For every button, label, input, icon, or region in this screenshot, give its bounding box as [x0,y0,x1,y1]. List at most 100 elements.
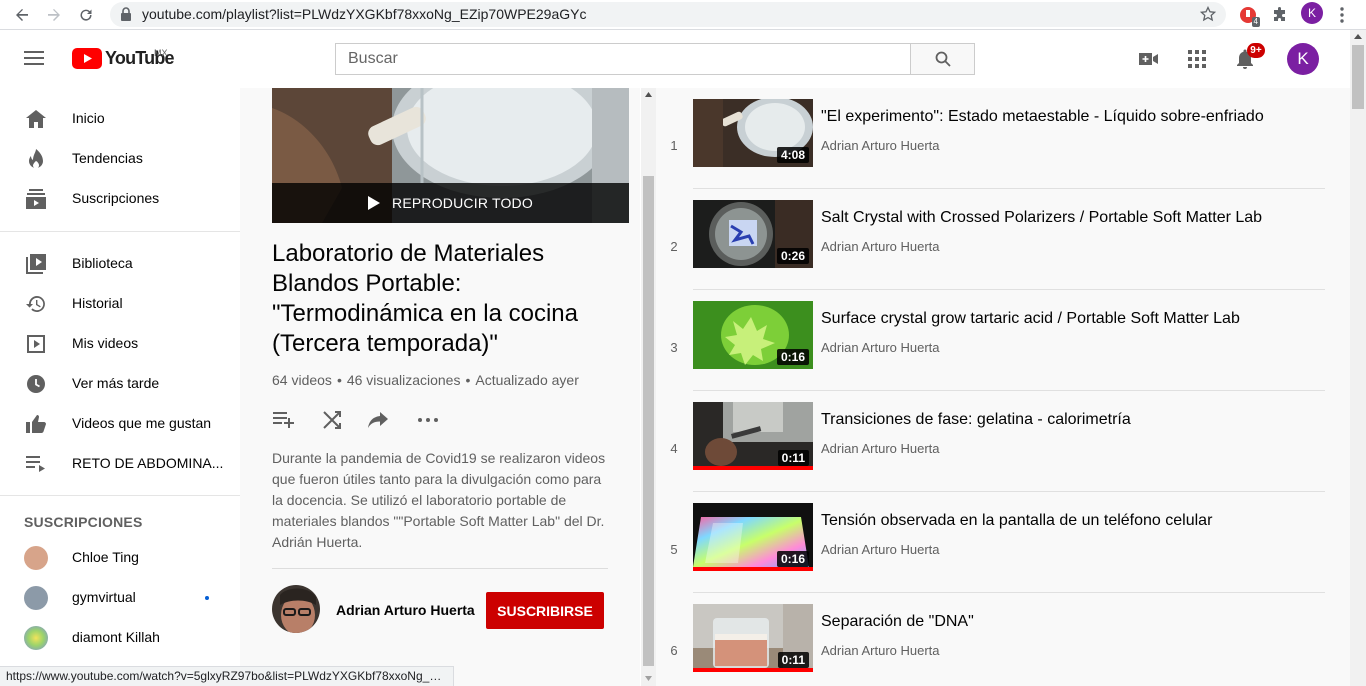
subscriptions-heading: SUSCRIPCIONES [24,514,143,530]
owner-name[interactable]: Adrian Arturo Huerta [336,602,475,618]
back-arrow-icon[interactable] [10,3,34,27]
playlist-info-panel: REPRODUCIR TODO Laboratorio de Materiale… [240,88,640,686]
apps-grid-icon[interactable] [1185,47,1209,71]
scroll-up-arrow-icon[interactable] [645,92,652,97]
sidebar-item-tendencias[interactable]: Tendencias [0,139,240,179]
owner-avatar[interactable] [272,585,320,633]
video-count: 64 videos [272,372,332,388]
channel-avatar [24,586,48,610]
sidebar-item-suscripciones[interactable]: Suscripciones [0,179,240,219]
shuffle-icon[interactable] [320,408,344,432]
video-thumbnail[interactable]: 0:16 [693,503,813,571]
video-title[interactable]: Salt Crystal with Crossed Polarizers / P… [821,209,1262,227]
playlist-video-list: 1 4:08 "El experimento": Estado metaesta… [656,88,1350,686]
play-all-button[interactable]: REPRODUCIR TODO [272,183,629,223]
sidebar-item-inicio[interactable]: Inicio [0,99,240,139]
scroll-down-arrow-icon[interactable] [645,676,652,681]
sidebar-item-label: Videos que me gustan [72,415,212,431]
extensions-puzzle-icon[interactable] [1268,3,1292,27]
subscription-item-diamont-killah[interactable]: diamont Killah [0,618,240,658]
video-thumbnail[interactable]: 4:08 [693,99,813,167]
video-title[interactable]: "El experimento": Estado metaestable - L… [821,108,1264,126]
page-scroll-up-arrow-icon[interactable] [1354,34,1362,39]
video-channel[interactable]: Adrian Arturo Huerta [821,340,940,355]
playlist-thumbnail[interactable]: REPRODUCIR TODO [272,88,629,223]
watch-later-icon [24,372,48,396]
address-bar[interactable]: youtube.com/playlist?list=PLWdzYXGKbf78x… [110,2,1226,27]
extension-stop-icon[interactable]: 4 [1236,3,1260,27]
view-count: 46 visualizaciones [346,372,461,388]
sidebar-item-ver-mas-tarde[interactable]: Ver más tarde [0,364,240,404]
search-button[interactable] [910,43,975,75]
sidebar-item-historial[interactable]: Historial [0,284,240,324]
sidebar-item-label: Mis videos [72,335,139,351]
video-channel[interactable]: Adrian Arturo Huerta [821,643,940,658]
video-thumbnail[interactable]: 0:11 [693,402,813,470]
sidebar-item-label: Suscripciones [72,190,160,206]
video-channel[interactable]: Adrian Arturo Huerta [821,138,940,153]
menu-icon[interactable] [22,46,46,70]
page-scrollbar[interactable] [1350,30,1366,686]
video-duration: 4:08 [776,147,809,163]
account-avatar[interactable]: K [1287,43,1319,75]
search-input[interactable] [336,44,910,74]
video-title[interactable]: Separación de "DNA" [821,613,974,631]
history-icon [24,292,48,316]
more-options-icon[interactable] [416,408,440,432]
video-title[interactable]: Tensión observada en la pantalla de un t… [821,512,1212,530]
browser-toolbar: youtube.com/playlist?list=PLWdzYXGKbf78x… [0,0,1366,30]
playlist-video-row[interactable]: 1 4:08 "El experimento": Estado metaesta… [656,88,1350,189]
video-channel[interactable]: Adrian Arturo Huerta [821,441,940,456]
create-video-icon[interactable] [1137,47,1161,71]
search-box [335,43,911,75]
lock-icon [120,7,132,26]
sidebar-item-reto-de-abdominales[interactable]: RETO DE ABDOMINA... [0,444,240,484]
country-code: MX [154,48,168,58]
video-title[interactable]: Surface crystal grow tartaric acid / Por… [821,310,1240,328]
playlist-video-row[interactable]: 5 0:16 Tensión observada en la pantalla … [656,492,1350,593]
playlist-video-row[interactable]: 6 0:11 Separación de "DNA" Adrian Arturo… [656,593,1350,686]
subscribe-button[interactable]: SUSCRIBIRSE [486,592,604,629]
status-bar-url: https://www.youtube.com/watch?v=5glxyRZ9… [0,666,454,686]
add-to-queue-icon[interactable] [272,408,296,432]
info-panel-scrollbar[interactable] [641,88,656,686]
sidebar-divider [0,495,240,496]
extension-badge: 4 [1251,17,1260,27]
playlist-title[interactable]: Laboratorio de Materiales Blandos Portab… [272,239,617,359]
video-thumbnail[interactable]: 0:11 [693,604,813,672]
video-title[interactable]: Transiciones de fase: gelatina - calorim… [821,411,1131,429]
forward-arrow-icon[interactable] [42,3,66,27]
browser-profile-avatar[interactable]: K [1301,2,1323,24]
info-panel-scroll-thumb[interactable] [643,176,654,666]
sidebar-item-biblioteca[interactable]: Biblioteca [0,244,240,284]
playlist-video-row[interactable]: 3 0:16 Surface crystal grow tartaric aci… [656,290,1350,391]
sidebar-item-label: Tendencias [72,150,143,166]
video-index: 6 [670,643,678,658]
watch-progress-bar [693,466,813,470]
last-updated: Actualizado ayer [475,372,579,388]
video-thumbnail[interactable]: 0:16 [693,301,813,369]
owner-divider [272,568,608,569]
sidebar-item-videos-que-me-gustan[interactable]: Videos que me gustan [0,404,240,444]
bookmark-star-icon[interactable] [1199,5,1217,27]
guide-sidebar: Inicio Tendencias Suscripciones Bibliote… [0,88,240,686]
video-thumbnail[interactable]: 0:26 [693,200,813,268]
browser-menu-icon[interactable] [1330,3,1354,27]
watch-progress-bar [693,668,813,672]
share-icon[interactable] [366,408,390,432]
video-index: 1 [670,138,678,153]
page-scroll-thumb[interactable] [1352,45,1364,109]
subscription-item-gymvirtual[interactable]: gymvirtual [0,578,240,618]
app-window: youtube.com/playlist?list=PLWdzYXGKbf78x… [0,0,1366,686]
playlist-icon [24,452,48,476]
subscription-item-chloe-ting[interactable]: Chloe Ting [0,538,240,578]
play-all-label: REPRODUCIR TODO [392,195,533,211]
video-channel[interactable]: Adrian Arturo Huerta [821,239,940,254]
playlist-video-row[interactable]: 4 0:11 Transiciones de fase: gelatina - … [656,391,1350,492]
sidebar-item-mis-videos[interactable]: Mis videos [0,324,240,364]
reload-icon[interactable] [74,3,98,27]
youtube-masthead: YouTube MX 9+ K [0,30,1366,88]
video-channel[interactable]: Adrian Arturo Huerta [821,542,940,557]
playlist-description: Durante la pandemia de Covid19 se realiz… [272,450,606,550]
playlist-video-row[interactable]: 2 0:26 Salt Crystal with Crossed Polariz… [656,189,1350,290]
